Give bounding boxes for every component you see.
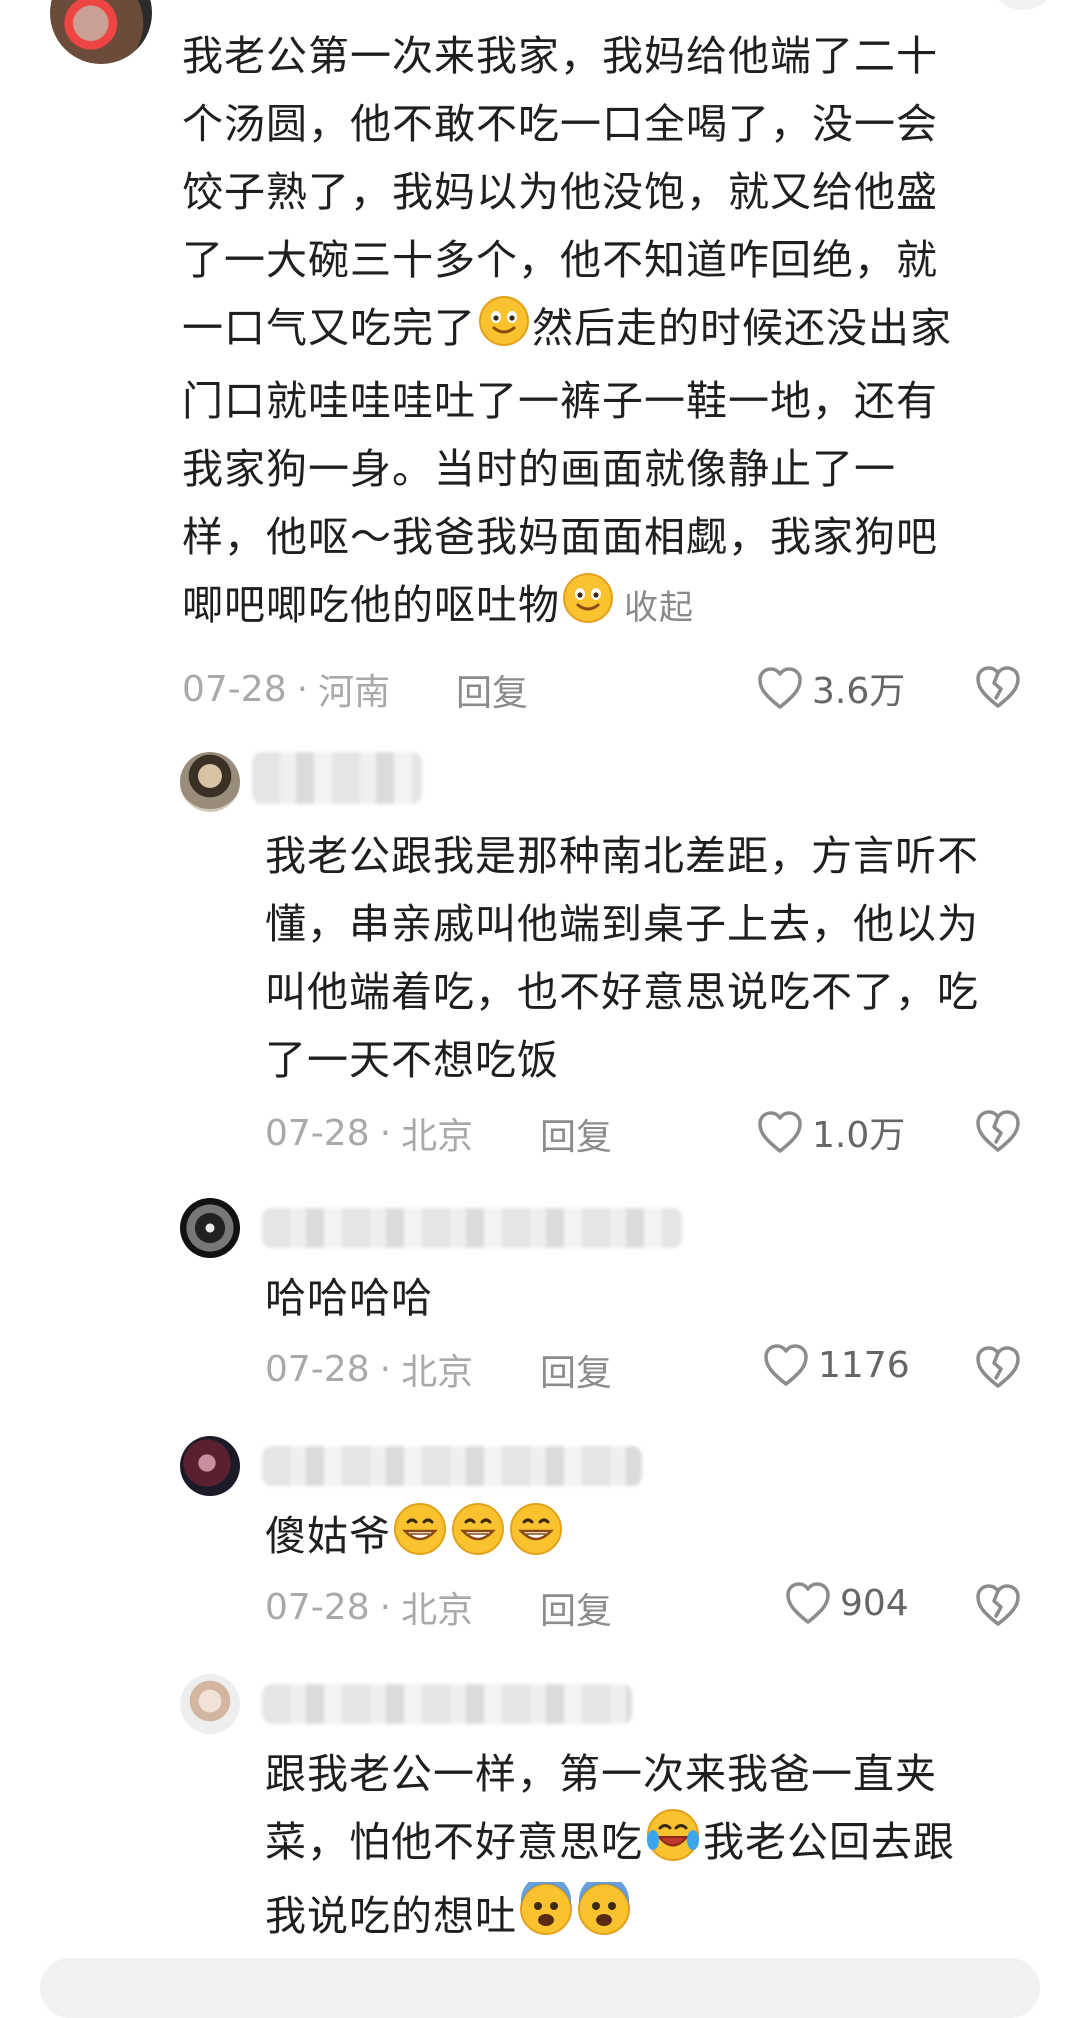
broken-heart-icon bbox=[976, 1584, 1020, 1626]
main-comment-line-last: 唧吧唧吃他的呕吐物 收起 bbox=[182, 571, 1042, 644]
like-count: 1.0万 bbox=[812, 1115, 906, 1156]
smiling-face-icon bbox=[562, 572, 614, 644]
comment-date: 07-28 bbox=[265, 1586, 370, 1628]
reply-button[interactable]: 回复 bbox=[456, 664, 528, 716]
dislike-button[interactable] bbox=[974, 1108, 1022, 1158]
like-button[interactable]: 1.0万 bbox=[756, 1106, 905, 1158]
blurred-username[interactable] bbox=[262, 1446, 642, 1486]
heart-outline-icon bbox=[758, 667, 802, 709]
main-comment-line: 我老公第一次来我家，我妈给他端了二十 bbox=[182, 32, 938, 80]
reply-button[interactable]: 回复 bbox=[540, 1582, 612, 1634]
broken-heart-icon bbox=[976, 666, 1020, 708]
collapse-link[interactable]: 收起 bbox=[624, 588, 694, 628]
main-comment-meta: 07-28 · 河南 bbox=[182, 664, 390, 714]
grinning-face-icon bbox=[509, 1502, 563, 1576]
reply-avatar[interactable] bbox=[180, 752, 240, 812]
like-count: 3.6万 bbox=[812, 671, 906, 712]
broken-heart-icon bbox=[976, 1110, 1020, 1152]
reply-meta: 07-28 · 北京 bbox=[265, 1108, 473, 1158]
like-count: 904 bbox=[840, 1582, 909, 1624]
reply-text-line: 懂，串亲戚叫他端到桌子上去，他以为 bbox=[265, 900, 979, 948]
heart-outline-icon bbox=[786, 1582, 830, 1624]
grinning-face-icon bbox=[393, 1502, 447, 1576]
main-comment-line: 样，他呕～我爸我妈面面相觑，我家狗吧 bbox=[182, 513, 938, 561]
blurred-username[interactable] bbox=[262, 1684, 632, 1724]
like-button[interactable]: 3.6万 bbox=[756, 662, 905, 714]
reply-text: 哈哈哈哈 bbox=[265, 1264, 1055, 1332]
reply-text-line: 我说吃的想吐 bbox=[265, 1875, 1055, 1956]
smiling-face-icon bbox=[478, 295, 530, 367]
meta-separator: · bbox=[379, 1348, 392, 1390]
top-action-button[interactable] bbox=[988, 0, 1058, 10]
comment-location: 北京 bbox=[401, 1116, 474, 1157]
meta-separator: · bbox=[379, 1112, 392, 1154]
comment-location: 北京 bbox=[401, 1352, 474, 1393]
reply-avatar[interactable] bbox=[180, 1198, 240, 1258]
reply-text: 跟我老公一样，第一次来我爸一直夹 菜，怕他不好意思吃 我老公回去跟 我说吃的想吐 bbox=[265, 1740, 1055, 1956]
reply-button[interactable]: 回复 bbox=[540, 1108, 612, 1160]
reply-button[interactable]: 回复 bbox=[540, 1344, 612, 1396]
like-button[interactable]: 1176 bbox=[762, 1342, 910, 1388]
comment-thread: 我老公第一次来我家，我妈给他端了二十 个汤圆，他不敢不吃一口全喝了，没一会 饺子… bbox=[0, 0, 1080, 2018]
reply-text-line: 我老公跟我是那种南北差距，方言听不 bbox=[265, 832, 979, 880]
reply-text-line: 叫他端着吃，也不好意思说吃不了，吃 bbox=[265, 968, 979, 1016]
fearful-face-icon bbox=[577, 1875, 631, 1956]
main-comment-line: 个汤圆，他不敢不吃一口全喝了，没一会 bbox=[182, 100, 938, 148]
dislike-button[interactable] bbox=[974, 664, 1022, 714]
main-comment-avatar[interactable] bbox=[50, 0, 152, 64]
bottom-input-bar[interactable] bbox=[40, 1958, 1040, 2018]
reply-meta: 07-28 · 北京 bbox=[265, 1582, 473, 1632]
dislike-button[interactable] bbox=[974, 1582, 1022, 1632]
heart-outline-icon bbox=[764, 1344, 808, 1386]
dislike-button[interactable] bbox=[974, 1344, 1022, 1394]
main-comment-line: 了一大碗三十多个，他不知道咋回绝，就 bbox=[182, 236, 938, 284]
blurred-username[interactable] bbox=[252, 752, 422, 804]
reply-text-line: 哈哈哈哈 bbox=[265, 1274, 433, 1322]
comment-date: 07-28 bbox=[265, 1112, 370, 1154]
fearful-face-icon bbox=[519, 1875, 573, 1956]
reply-meta: 07-28 · 北京 bbox=[265, 1344, 473, 1394]
reply-avatar[interactable] bbox=[180, 1674, 240, 1734]
main-comment-line: 我家狗一身。当时的画面就像静止了一 bbox=[182, 445, 896, 493]
comment-date: 07-28 bbox=[265, 1348, 370, 1390]
comment-date: 07-28 bbox=[182, 668, 287, 710]
reply-text-line: 菜，怕他不好意思吃 我老公回去跟 bbox=[265, 1808, 1055, 1882]
broken-heart-icon bbox=[976, 1346, 1020, 1388]
comment-location: 河南 bbox=[318, 672, 391, 713]
reply-text-line: 傻姑爷 bbox=[265, 1502, 1055, 1576]
comment-location: 北京 bbox=[401, 1590, 474, 1631]
blurred-username[interactable] bbox=[262, 1208, 682, 1248]
reply-text-line: 了一天不想吃饭 bbox=[265, 1036, 559, 1084]
meta-separator: · bbox=[296, 668, 309, 710]
crying-laughing-face-icon bbox=[645, 1808, 701, 1882]
grinning-face-icon bbox=[451, 1502, 505, 1576]
like-button[interactable]: 904 bbox=[784, 1580, 909, 1626]
main-comment-line: 门口就哇哇哇吐了一裤子一鞋一地，还有 bbox=[182, 377, 938, 425]
reply-text: 我老公跟我是那种南北差距，方言听不 懂，串亲戚叫他端到桌子上去，他以为 叫他端着… bbox=[265, 822, 1055, 1094]
main-comment-line-5: 一口气又吃完了 然后走的时候还没出家 bbox=[182, 294, 1042, 367]
meta-separator: · bbox=[379, 1586, 392, 1628]
main-comment-line: 饺子熟了，我妈以为他没饱，就又给他盛 bbox=[182, 168, 938, 216]
heart-outline-icon bbox=[758, 1111, 802, 1153]
reply-avatar[interactable] bbox=[180, 1436, 240, 1496]
like-count: 1176 bbox=[818, 1344, 910, 1386]
reply-text-line: 跟我老公一样，第一次来我爸一直夹 bbox=[265, 1750, 937, 1798]
main-comment-text: 我老公第一次来我家，我妈给他端了二十 个汤圆，他不敢不吃一口全喝了，没一会 饺子… bbox=[182, 22, 1042, 644]
reply-text: 傻姑爷 bbox=[265, 1502, 1055, 1576]
